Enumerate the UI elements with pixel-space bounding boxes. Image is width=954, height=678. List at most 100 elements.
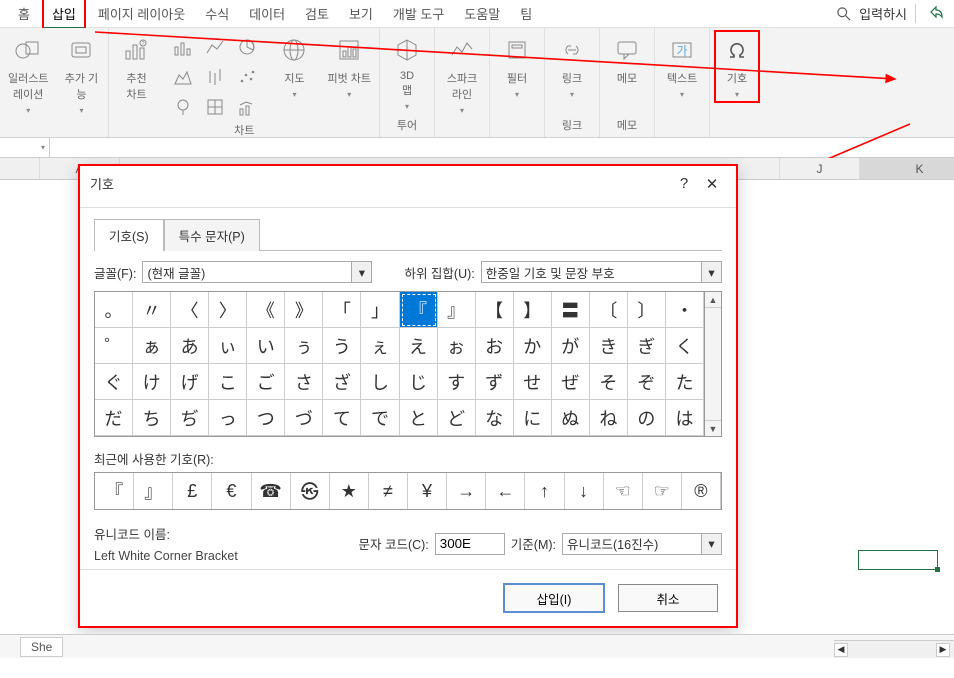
recent-symbol-cell[interactable]: ≠ <box>369 473 408 509</box>
symbol-cell[interactable]: せ <box>514 364 552 400</box>
recent-symbol-cell[interactable]: ☞ <box>643 473 682 509</box>
symbol-cell[interactable]: し <box>361 364 399 400</box>
symbol-cell[interactable]: 〕 <box>628 292 666 328</box>
symbol-cell[interactable]: か <box>514 328 552 364</box>
symbol-cell[interactable]: ぃ <box>209 328 247 364</box>
symbol-cell[interactable]: す <box>438 364 476 400</box>
tab-symbols[interactable]: 기호(S) <box>94 219 164 251</box>
symbol-cell[interactable]: で <box>361 400 399 436</box>
symbol-cell[interactable]: だ <box>95 400 133 436</box>
symbol-cell[interactable]: う <box>323 328 361 364</box>
select-all[interactable] <box>0 158 40 179</box>
active-cell[interactable] <box>858 550 938 570</box>
link-button[interactable]: 링크▾ <box>553 34 591 99</box>
recent-symbol-cell[interactable]: → <box>447 473 486 509</box>
symbol-cell[interactable]: ぞ <box>628 364 666 400</box>
symbol-cell[interactable]: ど <box>438 400 476 436</box>
symbol-cell[interactable]: ゜ <box>95 328 133 364</box>
symbol-cell[interactable]: つ <box>247 400 285 436</box>
symbol-cell[interactable]: さ <box>285 364 323 400</box>
symbol-cell[interactable]: ね <box>590 400 628 436</box>
treemap-chart-icon[interactable] <box>201 94 229 120</box>
area-chart-icon[interactable] <box>169 64 197 90</box>
symbol-cell[interactable]: ぅ <box>285 328 323 364</box>
col-J[interactable]: J <box>780 158 860 179</box>
symbol-cell[interactable]: ぢ <box>171 400 209 436</box>
recent-symbol-cell[interactable]: 』 <box>134 473 173 509</box>
sparklines-button[interactable]: 스파크 라인▾ <box>443 34 481 115</box>
tab-developer[interactable]: 개발 도구 <box>385 0 452 27</box>
symbol-cell[interactable]: 【 <box>476 292 514 328</box>
symbol-cell[interactable]: こ <box>209 364 247 400</box>
col-K[interactable]: K <box>860 158 954 179</box>
dialog-help[interactable]: ? <box>670 175 698 192</box>
symbol-cell[interactable]: き <box>590 328 628 364</box>
bar-chart-icon[interactable] <box>169 34 197 60</box>
symbol-cell[interactable]: づ <box>285 400 323 436</box>
symbol-cell[interactable]: 「 <box>323 292 361 328</box>
symbol-cell[interactable]: ご <box>247 364 285 400</box>
recent-symbol-cell[interactable]: € <box>212 473 251 509</box>
addins-button[interactable]: 추가 기 능▾ <box>62 34 100 115</box>
symbol-cell[interactable]: ぎ <box>628 328 666 364</box>
scatter-chart-icon[interactable] <box>233 64 261 90</box>
scroll-right-icon[interactable]: ▶ <box>936 643 950 657</box>
symbol-cell[interactable]: あ <box>171 328 209 364</box>
stock-chart-icon[interactable] <box>201 64 229 90</box>
symbol-cell[interactable]: 〉 <box>209 292 247 328</box>
symbol-cell[interactable]: が <box>552 328 590 364</box>
recent-symbol-cell[interactable]: ㉿ <box>291 473 330 509</box>
symbol-cell[interactable]: ぬ <box>552 400 590 436</box>
symbol-cell[interactable]: た <box>666 364 704 400</box>
pivot-chart-button[interactable]: 피벗 차트▾ <box>327 34 371 99</box>
radar-chart-icon[interactable] <box>169 94 197 120</box>
symbol-cell[interactable]: ぉ <box>438 328 476 364</box>
hscroll[interactable]: ◀ ▶ <box>834 640 954 658</box>
cancel-button[interactable]: 취소 <box>618 584 718 612</box>
symbol-cell[interactable]: な <box>476 400 514 436</box>
symbol-cell[interactable]: 」 <box>361 292 399 328</box>
memo-button[interactable]: 메모 <box>608 34 646 86</box>
recent-symbol-cell[interactable]: ↓ <box>565 473 604 509</box>
symbol-cell[interactable]: 〃 <box>133 292 171 328</box>
recent-symbol-cell[interactable]: ® <box>682 473 721 509</box>
symbol-cell[interactable]: は <box>666 400 704 436</box>
symbol-cell[interactable]: ち <box>133 400 171 436</box>
scroll-left-icon[interactable]: ◀ <box>834 643 848 657</box>
symbol-cell[interactable]: 』 <box>438 292 476 328</box>
tab-team[interactable]: 팀 <box>512 0 540 27</box>
tab-help[interactable]: 도움말 <box>456 0 508 27</box>
symbol-cell[interactable]: の <box>628 400 666 436</box>
subset-combo[interactable]: 한중일 기호 및 문장 부호 ▾ <box>481 261 722 283</box>
name-box-dropdown[interactable]: ▾ <box>0 138 50 157</box>
symbol-cell[interactable]: 。 <box>95 292 133 328</box>
symbol-cell[interactable]: ざ <box>323 364 361 400</box>
tab-review[interactable]: 검토 <box>297 0 337 27</box>
symbol-cell[interactable]: じ <box>400 364 438 400</box>
symbol-cell[interactable]: 〔 <box>590 292 628 328</box>
tell-me-input[interactable]: 입력하시 <box>859 4 907 23</box>
symbol-cell[interactable]: く <box>666 328 704 364</box>
char-code-input[interactable] <box>435 533 505 555</box>
filter-button[interactable]: 필터▾ <box>498 34 536 99</box>
symbol-cell[interactable]: に <box>514 400 552 436</box>
symbol-cell[interactable]: 『 <box>400 292 438 328</box>
recent-symbol-cell[interactable]: ★ <box>330 473 369 509</box>
symbol-cell[interactable]: ぐ <box>95 364 133 400</box>
recent-symbol-cell[interactable]: 『 <box>95 473 134 509</box>
symbol-cell[interactable]: 》 <box>285 292 323 328</box>
symbol-cell[interactable]: げ <box>171 364 209 400</box>
share-icon[interactable] <box>915 4 944 23</box>
symbol-cell[interactable]: 《 <box>247 292 285 328</box>
tab-data[interactable]: 데이터 <box>241 0 293 27</box>
illustrations-button[interactable]: 일러스트 레이션▾ <box>8 34 48 115</box>
symbol-cell[interactable]: ぜ <box>552 364 590 400</box>
symbol-cell[interactable]: っ <box>209 400 247 436</box>
grid-scrollbar[interactable]: ▲ ▼ <box>705 291 722 437</box>
symbol-cell[interactable]: ぇ <box>361 328 399 364</box>
dialog-close[interactable]: ✕ <box>698 175 726 193</box>
textbox-button[interactable]: 가 텍스트▾ <box>663 34 701 99</box>
recent-symbol-cell[interactable]: £ <box>173 473 212 509</box>
symbol-cell[interactable]: 〈 <box>171 292 209 328</box>
chevron-down-icon[interactable]: ▾ <box>351 262 371 282</box>
